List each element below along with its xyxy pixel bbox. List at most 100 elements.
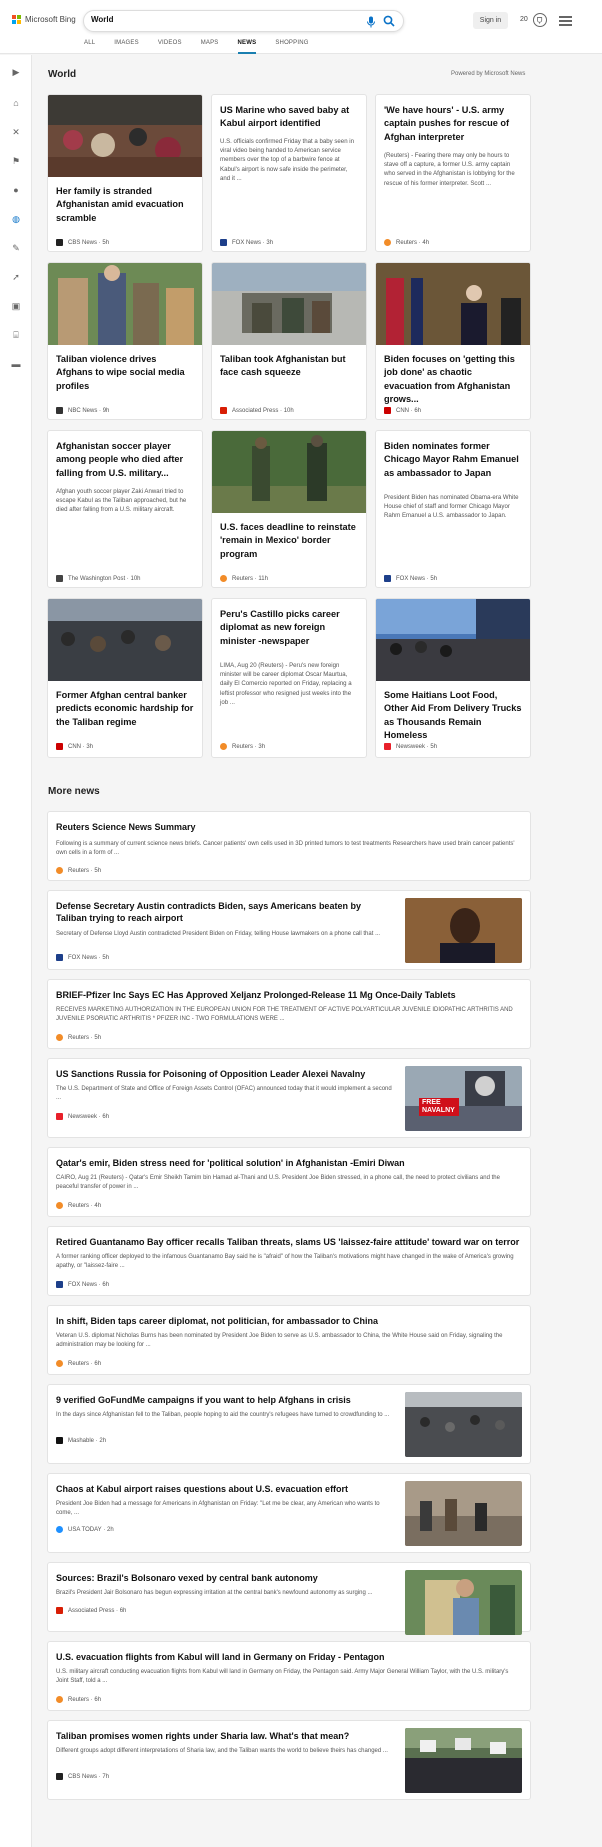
news-list-item[interactable]: BRIEF-Pfizer Inc Says EC Has Approved Xe…	[47, 979, 531, 1049]
news-title[interactable]: U.S. evacuation flights from Kabul will …	[56, 1651, 522, 1663]
news-card[interactable]: Peru's Castillo picks career diplomat as…	[211, 598, 367, 758]
news-title[interactable]: Defense Secretary Austin contradicts Bid…	[56, 900, 392, 924]
source-name: CBS News	[68, 1773, 98, 1780]
news-thumbnail	[405, 898, 522, 963]
card-title[interactable]: US Marine who saved baby at Kabul airpor…	[220, 104, 358, 131]
card-title[interactable]: Biden nominates former Chicago Mayor Rah…	[384, 440, 522, 480]
news-card[interactable]: Biden nominates former Chicago Mayor Rah…	[375, 430, 531, 588]
news-card[interactable]: U.S. faces deadline to reinstate 'remain…	[211, 430, 367, 588]
news-list-item[interactable]: Sources: Brazil's Bolsonaro vexed by cen…	[47, 1562, 531, 1635]
reuters-logo-icon	[56, 1696, 63, 1703]
card-source: CNN · 6h	[384, 407, 421, 414]
card-title[interactable]: Former Afghan central banker predicts ec…	[56, 689, 194, 729]
card-title[interactable]: Biden focuses on 'getting this job done'…	[384, 353, 522, 406]
film-icon[interactable]: ▣	[11, 301, 21, 311]
flag-icon[interactable]: ⚑	[11, 156, 21, 166]
reuters-logo-icon	[384, 239, 391, 246]
news-image	[376, 599, 530, 681]
card-title[interactable]: Afghanistan soccer player among people w…	[56, 440, 194, 480]
news-description: Veteran U.S. diplomat Nicholas Burns has…	[56, 1333, 503, 1348]
news-title[interactable]: Reuters Science News Summary	[56, 821, 522, 833]
source-time: 11h	[258, 575, 268, 582]
news-title[interactable]: Taliban promises women rights under Shar…	[56, 1730, 392, 1742]
menu-icon[interactable]	[559, 16, 572, 26]
news-title[interactable]: Sources: Brazil's Bolsonaro vexed by cen…	[56, 1572, 392, 1584]
news-card[interactable]: Taliban violence drives Afghans to wipe …	[47, 262, 203, 420]
newsweek-logo-icon	[56, 1113, 63, 1120]
location-pin-icon[interactable]: ●	[11, 185, 21, 195]
rocket-icon[interactable]: ➚	[11, 272, 21, 282]
car-icon[interactable]: ▬	[11, 359, 21, 369]
news-title[interactable]: US Sanctions Russia for Poisoning of Opp…	[56, 1068, 392, 1080]
source-name: CBS News	[68, 239, 98, 246]
home-icon[interactable]: ⌂	[11, 98, 21, 108]
tab-all[interactable]: ALL	[84, 40, 95, 54]
reuters-logo-icon	[56, 1034, 63, 1041]
bank-icon[interactable]: ⌸	[11, 330, 21, 340]
news-title[interactable]: 9 verified GoFundMe campaigns if you wan…	[56, 1394, 392, 1406]
news-card[interactable]: 'We have hours' - U.S. army captain push…	[375, 94, 531, 252]
chevron-right-icon[interactable]: ▶	[11, 67, 21, 77]
news-source: USA TODAY · 2h	[56, 1526, 114, 1533]
rewards-count[interactable]: 20	[520, 16, 528, 23]
news-title[interactable]: BRIEF-Pfizer Inc Says EC Has Approved Xe…	[56, 989, 522, 1001]
source-time: 6h	[102, 1281, 110, 1288]
news-card[interactable]: Her family is stranded Afghanistan amid …	[47, 94, 203, 252]
card-title[interactable]: Taliban violence drives Afghans to wipe …	[56, 353, 194, 393]
news-list-item[interactable]: In shift, Biden taps career diplomat, no…	[47, 1305, 531, 1375]
card-title[interactable]: Peru's Castillo picks career diplomat as…	[220, 608, 358, 648]
card-title[interactable]: Taliban took Afghanistan but face cash s…	[220, 353, 358, 380]
sign-in-button[interactable]: Sign in	[473, 12, 508, 29]
news-description: President Joe Biden had a message for Am…	[56, 1501, 380, 1516]
news-thumbnail	[405, 1392, 522, 1457]
news-title[interactable]: In shift, Biden taps career diplomat, no…	[56, 1315, 522, 1327]
news-list-item[interactable]: U.S. evacuation flights from Kabul will …	[47, 1641, 531, 1711]
sports-icon[interactable]: ✕	[11, 127, 21, 137]
fox-news-logo-icon	[220, 239, 227, 246]
news-list-item[interactable]: Retired Guantanamo Bay officer recalls T…	[47, 1226, 531, 1296]
news-card[interactable]: US Marine who saved baby at Kabul airpor…	[211, 94, 367, 252]
rewards-trophy-icon[interactable]	[533, 13, 547, 27]
card-description: President Biden has nominated Obama-era …	[384, 494, 519, 520]
tab-shopping[interactable]: SHOPPING	[275, 40, 308, 54]
news-list-item[interactable]: Reuters Science News Summary Following i…	[47, 811, 531, 881]
card-source: Reuters · 4h	[384, 239, 429, 246]
news-card[interactable]: Afghanistan soccer player among people w…	[47, 430, 203, 588]
washington-post-logo-icon	[56, 575, 63, 582]
news-list-item[interactable]: Taliban promises women rights under Shar…	[47, 1720, 531, 1800]
source-name: The Washington Post	[68, 575, 126, 582]
card-title[interactable]: Some Haitians Loot Food, Other Aid From …	[384, 689, 522, 742]
news-title[interactable]: Qatar's emir, Biden stress need for 'pol…	[56, 1157, 522, 1169]
card-title[interactable]: 'We have hours' - U.S. army captain push…	[384, 104, 522, 144]
microscope-icon[interactable]: ✎	[11, 243, 21, 253]
news-list-item[interactable]: 9 verified GoFundMe campaigns if you wan…	[47, 1384, 531, 1464]
tab-maps[interactable]: MAPS	[201, 40, 219, 54]
news-card[interactable]: Some Haitians Loot Food, Other Aid From …	[375, 598, 531, 758]
card-title[interactable]: Her family is stranded Afghanistan amid …	[56, 185, 194, 225]
fox-news-logo-icon	[384, 575, 391, 582]
source-time: 3h	[86, 743, 94, 750]
card-title[interactable]: U.S. faces deadline to reinstate 'remain…	[220, 521, 358, 561]
news-card[interactable]: Taliban took Afghanistan but face cash s…	[211, 262, 367, 420]
search-icon[interactable]	[383, 15, 395, 27]
news-list-item[interactable]: Chaos at Kabul airport raises questions …	[47, 1473, 531, 1553]
search-input[interactable]	[91, 15, 331, 24]
news-list-item[interactable]: Qatar's emir, Biden stress need for 'pol…	[47, 1147, 531, 1217]
tab-news[interactable]: NEWS	[237, 40, 257, 54]
source-name: FOX News	[232, 239, 262, 246]
card-source: Reuters · 11h	[220, 575, 268, 582]
source-name: FOX News	[68, 1281, 98, 1288]
source-name: NBC News	[68, 407, 98, 414]
microphone-icon[interactable]	[366, 16, 376, 28]
news-title[interactable]: Retired Guantanamo Bay officer recalls T…	[56, 1236, 522, 1248]
news-card[interactable]: Former Afghan central banker predicts ec…	[47, 598, 203, 758]
card-description: LIMA, Aug 20 (Reuters) - Peru's new fore…	[220, 662, 352, 706]
tab-images[interactable]: IMAGES	[114, 40, 139, 54]
news-list-item[interactable]: US Sanctions Russia for Poisoning of Opp…	[47, 1058, 531, 1138]
tab-videos[interactable]: VIDEOS	[158, 40, 182, 54]
globe-icon[interactable]: ◍	[11, 214, 21, 224]
news-list-item[interactable]: Defense Secretary Austin contradicts Bid…	[47, 890, 531, 970]
news-title[interactable]: Chaos at Kabul airport raises questions …	[56, 1483, 392, 1495]
bing-logo[interactable]: Microsoft Bing	[12, 15, 76, 24]
news-card[interactable]: Biden focuses on 'getting this job done'…	[375, 262, 531, 420]
